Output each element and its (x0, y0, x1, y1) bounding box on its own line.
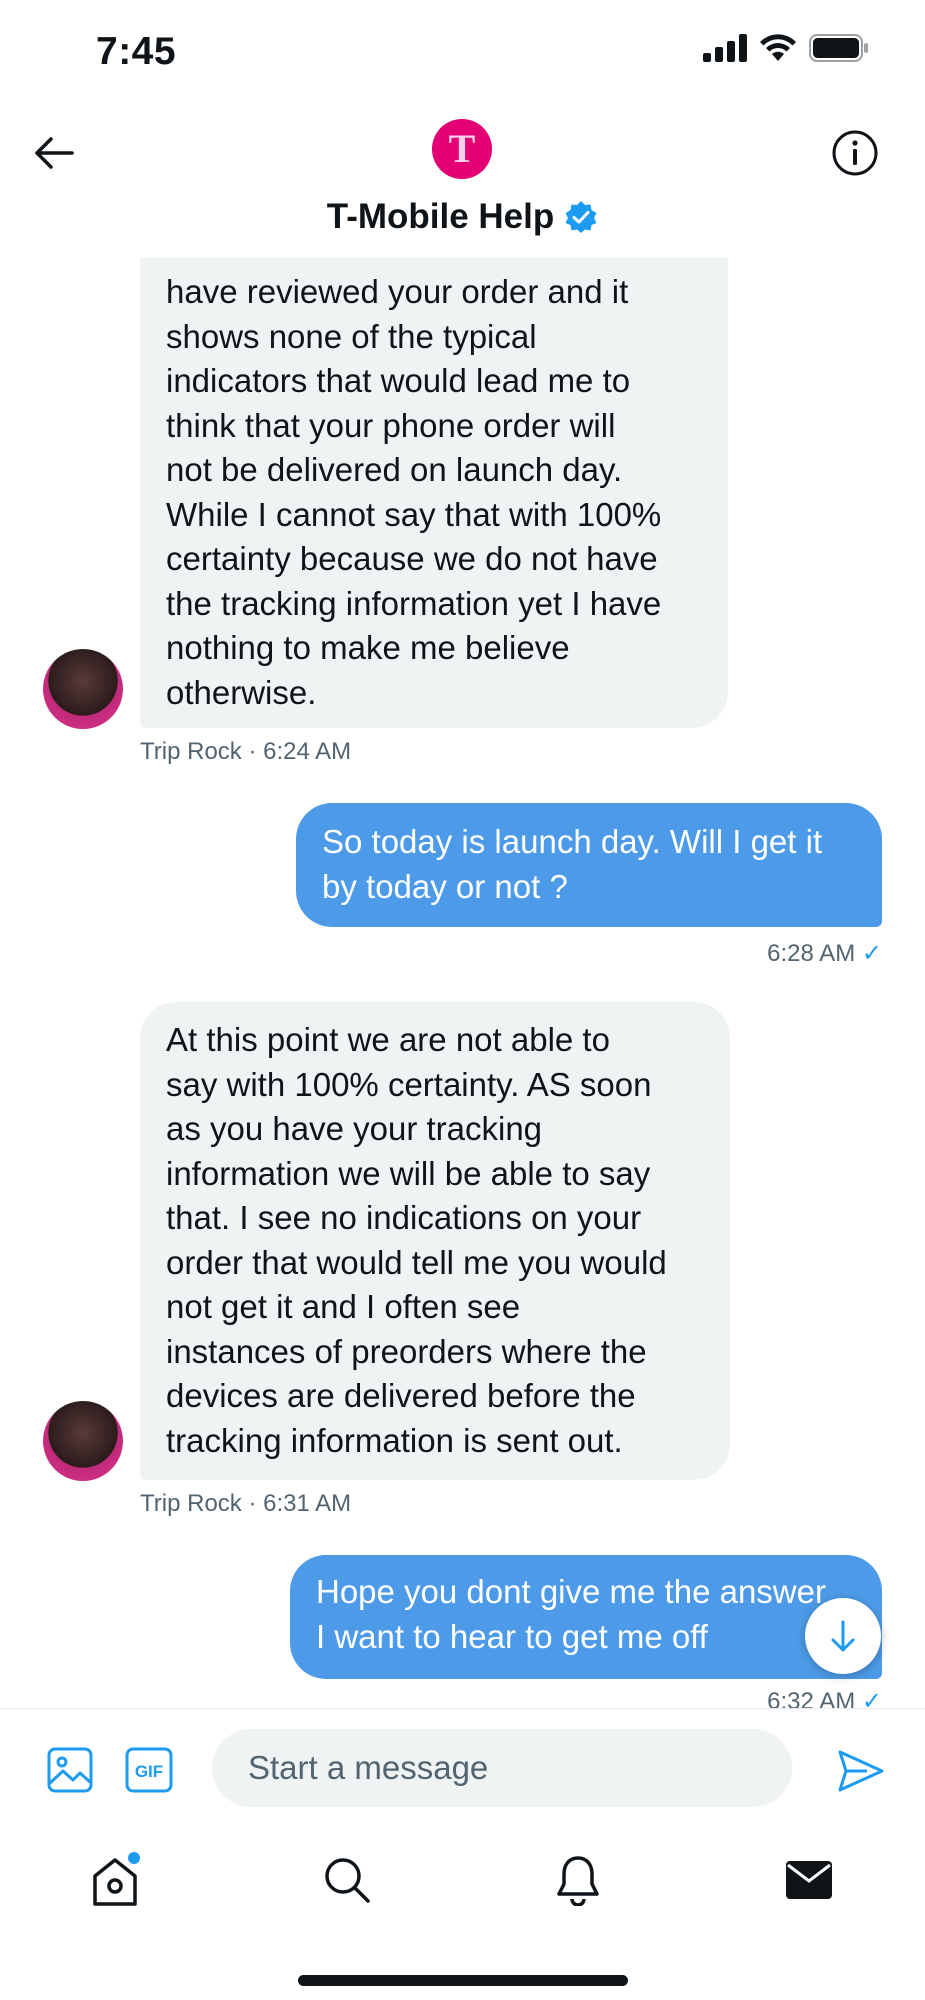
send-icon (838, 1750, 884, 1792)
read-check-icon: ✓ (861, 1690, 882, 1708)
verified-badge-icon (565, 201, 597, 233)
search-icon (325, 1858, 370, 1903)
message-line: indicators that would lead me to (166, 362, 631, 399)
message-line: While I cannot say that with 100% (166, 495, 662, 533)
tmobile-logo-letter: T (448, 126, 476, 171)
home-icon (93, 1852, 140, 1906)
message-bubble-incoming[interactable]: At this point we are not able to say wit… (140, 1002, 730, 1480)
message-line: Hope you dont give me the answer (316, 1573, 826, 1610)
message-line: order that would tell me you would (166, 1243, 667, 1281)
scroll-to-bottom-button[interactable] (805, 1598, 881, 1674)
add-image-button[interactable] (46, 1746, 94, 1794)
message-line: tracking information is sent out. (166, 1421, 623, 1459)
tmobile-avatar[interactable]: T (432, 119, 492, 179)
image-icon (47, 1747, 93, 1793)
message-line: devices are delivered before the (166, 1377, 636, 1414)
message-line: certainty because we do not have (166, 540, 658, 577)
message-line: the tracking information yet I have (166, 584, 662, 622)
message-line: by today or not ? (322, 867, 568, 905)
message-meta: Trip Rock · 6:31 AM (140, 1490, 352, 1517)
page-title: T-Mobile Help (326, 197, 555, 236)
cellular-signal-icon (703, 34, 747, 62)
tab-search[interactable] (317, 1850, 377, 1910)
battery-icon (809, 34, 868, 62)
message-line: otherwise. (166, 673, 317, 711)
home-indicator (298, 1975, 628, 1986)
message-line: that. I see no indications on your (166, 1199, 642, 1236)
message-line: not be delivered on launch day. (166, 451, 623, 488)
message-line: say with 100% certainty. AS soon (166, 1065, 652, 1103)
tab-messages[interactable] (779, 1850, 839, 1910)
message-line: not get it and I often see (166, 1288, 521, 1325)
sender-avatar[interactable] (43, 649, 123, 729)
message-timestamp: 6:28 AM (767, 940, 856, 967)
message-line: information we will be able to say (166, 1154, 651, 1192)
info-icon (832, 130, 878, 176)
back-button[interactable] (26, 125, 82, 181)
info-button[interactable] (827, 125, 883, 181)
status-time: 7:45 (96, 30, 177, 73)
message-line: have reviewed your order and it (166, 273, 629, 310)
message-line: shows none of the typical (166, 317, 537, 355)
bottom-tab-bar (0, 1828, 925, 2000)
conversation-title-row[interactable]: T-Mobile Help (0, 197, 925, 237)
message-meta: Trip Rock · 6:24 AM (140, 738, 352, 765)
status-icons (703, 34, 869, 62)
message-line: So today is launch day. Will I get it (322, 823, 823, 860)
message-input[interactable] (212, 1729, 792, 1807)
add-gif-button[interactable]: GIF (125, 1746, 173, 1794)
message-line: I want to hear to get me off (316, 1617, 708, 1655)
read-check-icon: ✓ (861, 940, 882, 967)
send-button[interactable] (833, 1743, 889, 1799)
back-arrow-icon (35, 137, 74, 169)
sender-avatar[interactable] (43, 1401, 123, 1481)
tab-notifications[interactable] (548, 1850, 608, 1910)
bell-icon (557, 1856, 599, 1906)
message-line: think that your phone order will (166, 406, 616, 444)
message-meta: 6:32 AM ✓ (767, 1690, 882, 1708)
message-timestamp: 6:32 AM (767, 1690, 856, 1708)
wifi-icon (760, 34, 796, 61)
arrow-down-icon (831, 1620, 855, 1652)
gif-label: GIF (135, 1762, 163, 1781)
status-bar: 7:45 (0, 0, 925, 105)
mail-icon (786, 1861, 832, 1899)
message-line: At this point we are not able to (166, 1021, 610, 1058)
message-composer: GIF (0, 1708, 925, 1828)
message-bubble-outgoing[interactable]: So today is launch day. Will I get it by… (296, 803, 882, 927)
message-line: as you have your tracking (166, 1110, 543, 1147)
message-line: instances of preorders where the (166, 1332, 647, 1370)
message-line: nothing to make me believe (166, 629, 570, 666)
tab-home[interactable] (85, 1850, 145, 1910)
conversation-header: T T-Mobile Help (0, 105, 925, 257)
gif-icon: GIF (125, 1747, 173, 1793)
message-meta: 6:28 AM ✓ (767, 939, 882, 968)
message-bubble-incoming[interactable]: have reviewed your order and it shows no… (140, 258, 728, 728)
message-bubble-outgoing[interactable]: Hope you dont give me the answer I want … (290, 1555, 882, 1679)
